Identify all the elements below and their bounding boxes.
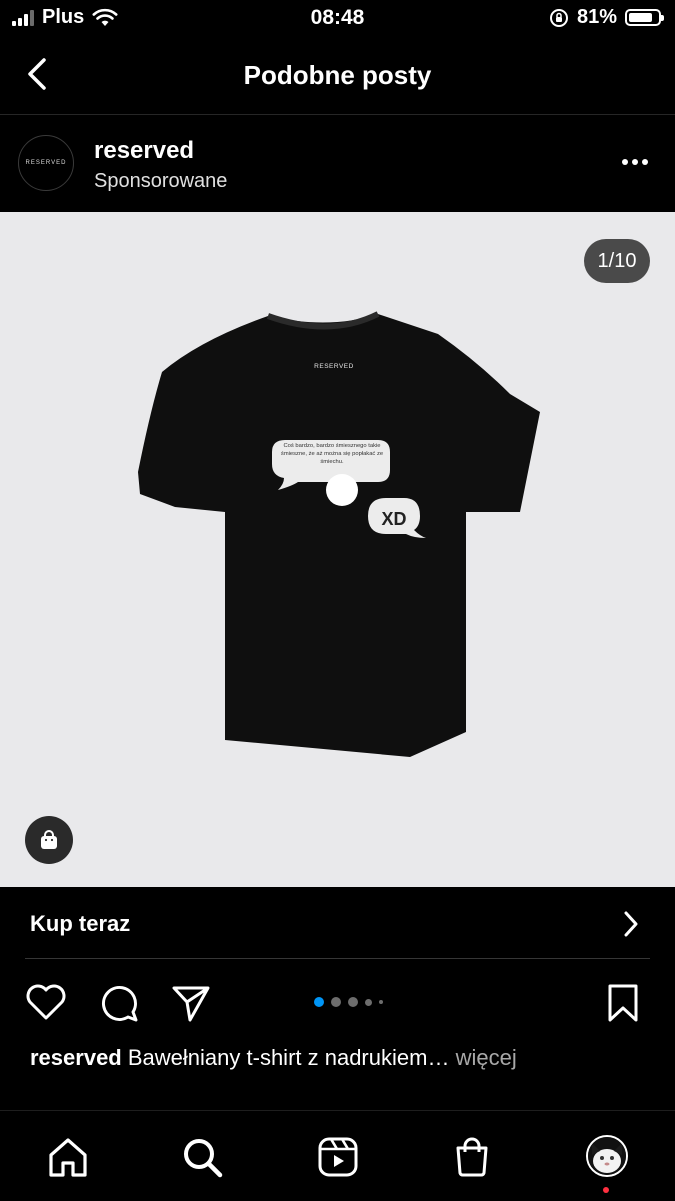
carousel-dot (331, 997, 341, 1007)
search-icon[interactable] (180, 1135, 224, 1179)
divider (25, 958, 650, 959)
more-options-icon[interactable] (621, 157, 649, 167)
share-icon[interactable] (170, 982, 212, 1024)
buy-now-row[interactable]: Kup teraz (0, 887, 675, 959)
post-header: RESERVED reserved Sponsorowane (0, 115, 675, 212)
author-avatar[interactable]: RESERVED (18, 135, 74, 191)
bottom-tab-bar (0, 1110, 675, 1201)
speech-bubble-text: Coś bardzo, bardzo śmiesznego takie śmie… (280, 443, 384, 465)
shopping-bag-icon (41, 830, 57, 849)
orientation-lock-icon (549, 8, 568, 27)
caption-text: Bawełniany t-shirt z nadrukiem… (127, 1045, 450, 1070)
profile-avatar[interactable] (586, 1135, 628, 1177)
page-title: Podobne posty (243, 60, 432, 90)
carousel-dot (348, 997, 358, 1007)
cat-avatar-image (588, 1137, 626, 1175)
sponsored-label: Sponsorowane (94, 170, 228, 192)
battery-group: 81% (549, 6, 664, 29)
carousel-dot (365, 998, 372, 1006)
caption-more-link[interactable]: więcej (456, 1045, 517, 1070)
reply-bubble-text: XD (381, 509, 406, 529)
tshirt-image: RESERVED Coś bardzo, bardzo śmiesznego t… (138, 311, 540, 757)
image-counter: 1/10 (584, 239, 650, 283)
author-username[interactable]: reserved (94, 137, 194, 165)
comment-icon[interactable] (98, 982, 140, 1024)
chevron-right-icon (624, 911, 638, 937)
carousel-dot (379, 1000, 383, 1004)
post-caption: reserved Bawełniany t-shirt z nadrukiem…… (30, 1045, 650, 1071)
post-actions (0, 960, 675, 1040)
reels-icon[interactable] (316, 1135, 360, 1179)
post-image[interactable]: RESERVED Coś bardzo, bardzo śmiesznego t… (0, 212, 675, 887)
home-icon[interactable] (46, 1135, 90, 1179)
shop-icon[interactable] (450, 1135, 494, 1179)
battery-percent: 81% (576, 6, 617, 28)
avatar-logo-text: RESERVED (25, 160, 67, 166)
shopping-bag-button[interactable] (25, 816, 73, 864)
shirt-label-text: RESERVED (314, 363, 354, 370)
battery-icon (625, 9, 664, 26)
carousel-dot (314, 997, 324, 1007)
heart-icon[interactable] (24, 982, 68, 1022)
buy-now-label: Kup teraz (30, 911, 131, 936)
notification-dot (603, 1187, 609, 1193)
caption-username[interactable]: reserved (30, 1045, 122, 1070)
carousel-indicator (314, 997, 383, 1007)
bookmark-icon[interactable] (605, 982, 641, 1024)
status-bar: Plus 08:48 81% (0, 0, 675, 38)
page-header: Podobne posty (0, 38, 675, 115)
